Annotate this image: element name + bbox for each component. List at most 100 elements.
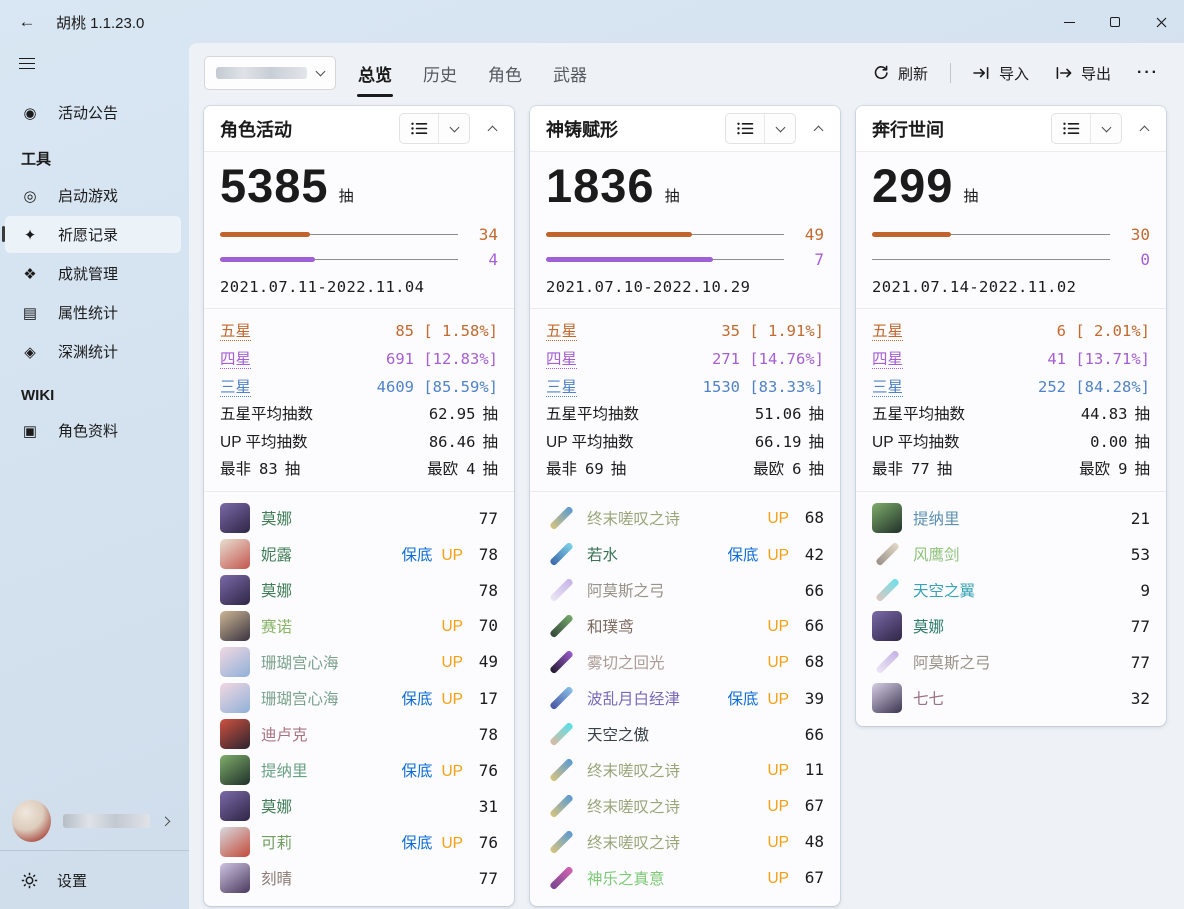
- view-mode-split-button[interactable]: [1051, 113, 1122, 144]
- refresh-button[interactable]: 刷新: [863, 57, 938, 90]
- item-right-group: UP67: [767, 868, 824, 888]
- list-item: 珊瑚宫心海UP49: [220, 644, 498, 680]
- list-view-icon[interactable]: [400, 122, 438, 135]
- item-pull-count: 70: [472, 616, 498, 635]
- best-pity: 最欧6抽: [753, 457, 824, 479]
- item-right-group: 78: [472, 581, 498, 600]
- four-star-stat-label[interactable]: 四星: [220, 347, 251, 369]
- item-right-group: 保底UP17: [401, 687, 498, 709]
- best-pity: 最欧9抽: [1079, 457, 1150, 479]
- sidebar-item-属性统计[interactable]: ▤属性统计: [5, 294, 181, 331]
- character-avatar: [220, 719, 250, 749]
- minimize-button[interactable]: [1046, 0, 1092, 44]
- up-badge: UP: [441, 763, 463, 781]
- back-button[interactable]: ←: [8, 6, 46, 38]
- five-star-pity-bar: 34: [220, 225, 498, 244]
- character-avatar: [220, 683, 250, 713]
- item-name: 珊瑚宫心海: [261, 687, 339, 709]
- item-pull-count: 76: [472, 833, 498, 852]
- tab-总览[interactable]: 总览: [356, 58, 394, 89]
- sidebar-item-深渊统计[interactable]: ◈深渊统计: [5, 333, 181, 370]
- three-star-stat-label[interactable]: 三星: [220, 375, 251, 397]
- list-view-icon[interactable]: [726, 122, 764, 135]
- five-star-stat-label[interactable]: 五星: [872, 319, 903, 341]
- view-mode-split-button[interactable]: [725, 113, 796, 144]
- hamburger-menu-button[interactable]: [8, 46, 48, 80]
- list-item: 提纳里21: [872, 500, 1150, 536]
- chevron-down-icon[interactable]: [765, 127, 795, 131]
- maximize-button[interactable]: [1092, 0, 1138, 44]
- item-pull-count: 48: [798, 832, 824, 851]
- five-star-pity-bar: 49: [546, 225, 824, 244]
- tab-历史[interactable]: 历史: [421, 58, 459, 89]
- import-label: 导入: [999, 63, 1029, 84]
- list-item: 终末嗟叹之诗UP11: [546, 752, 824, 788]
- sidebar-item-settings[interactable]: 设置: [5, 853, 181, 907]
- item-name: 终末嗟叹之诗: [587, 795, 680, 817]
- item-name: 刻晴: [261, 867, 292, 889]
- sidebar-item-角色资料[interactable]: ▣角色资料: [5, 412, 181, 449]
- item-right-group: 77: [472, 509, 498, 528]
- item-name: 迪卢克: [261, 723, 308, 745]
- list-item: 波乱月白经津保底UP39: [546, 680, 824, 716]
- list-item: 天空之翼9: [872, 572, 1150, 608]
- five-star-stat-label[interactable]: 五星: [220, 319, 251, 341]
- pity-badge: 保底: [727, 543, 758, 565]
- chevron-down-icon[interactable]: [1091, 127, 1121, 131]
- chevron-down-icon[interactable]: [439, 127, 469, 131]
- three-star-stat-label[interactable]: 三星: [872, 375, 903, 397]
- card-title: 角色活动: [220, 116, 292, 142]
- item-pull-count: 66: [798, 581, 824, 600]
- weapon-blade-shape: [549, 830, 574, 855]
- character-avatar: [220, 755, 250, 785]
- sidebar-item-启动游戏[interactable]: ◎启动游戏: [5, 177, 181, 214]
- item-pull-count: 78: [472, 545, 498, 564]
- character-avatar: [872, 611, 902, 641]
- totals-section: 1836 抽 49 7 2021.07.10-2022.10.29: [530, 152, 840, 308]
- item-right-group: UP49: [441, 652, 498, 672]
- item-name: 赛诺: [261, 615, 292, 637]
- sidebar-item-label: 深渊统计: [58, 341, 118, 362]
- avg-up-value: 86.46抽: [429, 430, 498, 452]
- item-pull-count: 77: [472, 869, 498, 888]
- uid-select-dropdown[interactable]: [204, 56, 336, 90]
- more-options-button[interactable]: ···: [1127, 58, 1169, 88]
- up-badge: UP: [441, 654, 463, 672]
- user-account-row[interactable]: [12, 800, 179, 842]
- collapse-card-button[interactable]: [805, 113, 831, 144]
- tab-武器[interactable]: 武器: [551, 58, 589, 89]
- item-right-group: 保底UP42: [727, 543, 824, 565]
- weapon-blade-shape: [875, 650, 900, 675]
- date-range: 2021.07.14-2022.11.02: [872, 278, 1150, 296]
- import-icon: [973, 66, 990, 80]
- item-right-group: 78: [472, 725, 498, 744]
- collapse-card-button[interactable]: [479, 113, 505, 144]
- four-star-stat-label[interactable]: 四星: [546, 347, 577, 369]
- view-mode-split-button[interactable]: [399, 113, 470, 144]
- card-title: 奔行世间: [872, 116, 944, 142]
- five-star-history-list: 莫娜77妮露保底UP78莫娜78赛诺UP70珊瑚宫心海UP49珊瑚宫心海保底UP…: [204, 491, 514, 906]
- collapse-card-button[interactable]: [1131, 113, 1157, 144]
- weapon-icon: [546, 539, 576, 569]
- pity-badge: 保底: [401, 831, 432, 853]
- three-star-stat-label[interactable]: 三星: [546, 375, 577, 397]
- list-view-icon[interactable]: [1052, 122, 1090, 135]
- tab-角色[interactable]: 角色: [486, 58, 524, 89]
- sidebar-item-祈愿记录[interactable]: ✦祈愿记录: [5, 216, 181, 253]
- export-button[interactable]: 导出: [1045, 57, 1121, 90]
- sidebar-item-announcements[interactable]: ◉ 活动公告: [5, 94, 181, 131]
- item-name: 莫娜: [261, 795, 292, 817]
- sidebar-tools-group: ◎启动游戏✦祈愿记录❖成就管理▤属性统计◈深渊统计: [0, 175, 189, 372]
- avg-five-star-value: 44.83抽: [1081, 402, 1150, 424]
- import-button[interactable]: 导入: [963, 57, 1039, 90]
- close-button[interactable]: [1138, 0, 1184, 44]
- four-star-stat-label[interactable]: 四星: [872, 347, 903, 369]
- sidebar-item-成就管理[interactable]: ❖成就管理: [5, 255, 181, 292]
- four-star-stat-value: 691 [12.83%]: [386, 350, 498, 368]
- item-name: 雾切之回光: [587, 651, 665, 673]
- pull-unit: 抽: [963, 185, 978, 209]
- five-star-stat-label[interactable]: 五星: [546, 319, 577, 341]
- refresh-icon: [873, 65, 889, 81]
- sidebar-item-label: 活动公告: [58, 102, 118, 123]
- five-star-history-list: 提纳里21风鹰剑53天空之翼9莫娜77阿莫斯之弓77七七32: [856, 491, 1166, 726]
